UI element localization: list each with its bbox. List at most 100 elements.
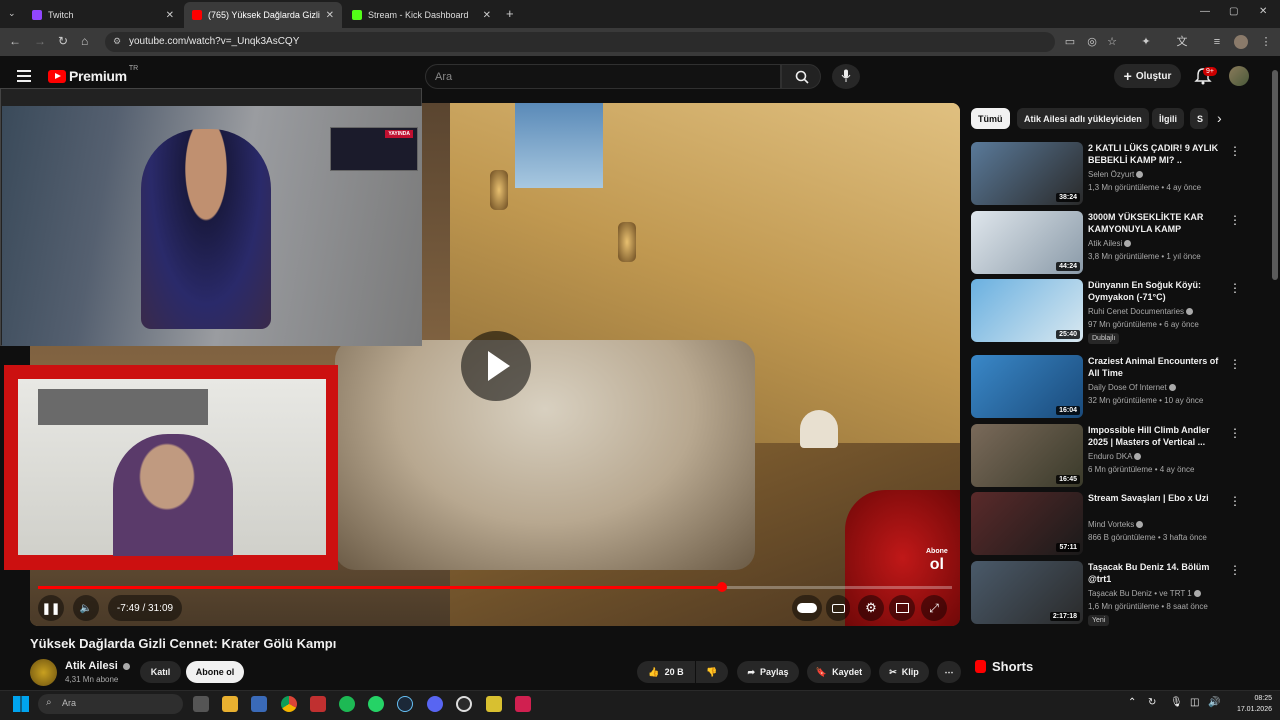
translate-icon[interactable]: 文 [1175,35,1189,49]
subtitles-button[interactable] [826,595,850,621]
more-options-icon[interactable]: ⋮ [1229,426,1241,440]
close-tab-icon[interactable]: ✕ [326,10,334,21]
site-info-icon[interactable]: ⚙ [113,36,121,47]
back-icon[interactable]: ← [9,34,21,48]
recommendation-title[interactable]: Taşacak Bu Deniz 14. Bölüm @trt1 [1088,561,1223,585]
bookmark-star-icon[interactable]: ☆ [1105,35,1119,49]
video-thumbnail[interactable]: 2:17:18 [971,561,1083,624]
settings-button[interactable]: ⚙ [858,595,884,621]
hamburger-menu-icon[interactable] [17,70,31,82]
recommendation-item[interactable]: 16:45 Impossible Hill Climb Andler 2025 |… [971,424,1246,488]
more-options-icon[interactable]: ⋮ [1229,144,1241,158]
chrome-icon[interactable] [281,696,297,712]
more-options-icon[interactable]: ⋮ [1229,213,1241,227]
video-thumbnail[interactable]: 16:04 [971,355,1083,418]
voice-search-button[interactable] [832,64,860,89]
recommendation-item[interactable]: 44:24 3000M YÜKSEKLİKTE KAR KAMYONUYLA KA… [971,211,1246,275]
store-icon[interactable] [251,696,267,712]
share-button[interactable]: ➦ Paylaş [737,661,799,683]
tab-youtube[interactable]: (765) Yüksek Dağlarda Gizli ✕ [184,2,342,28]
chip-all[interactable]: Tümü [971,108,1010,129]
task-view-icon[interactable] [193,696,209,712]
recommendation-item[interactable]: 57:11 Stream Savaşları | Ebo x Uzi Mind Vo… [971,492,1246,556]
page-scrollbar[interactable] [1272,70,1278,280]
minimize-icon[interactable]: — [1200,6,1210,17]
chip-related[interactable]: İlgili [1152,108,1184,129]
more-options-icon[interactable]: ⋮ [1229,563,1241,577]
menu-icon[interactable]: ⋮ [1259,35,1273,49]
recommendation-channel[interactable]: Taşacak Bu Deniz • ve TRT 1 [1088,589,1201,598]
app-red-icon[interactable] [310,696,326,712]
recommendation-title[interactable]: Stream Savaşları | Ebo x Uzi [1088,492,1223,504]
steam-icon[interactable] [397,696,413,712]
more-options-icon[interactable]: ⋮ [1229,357,1241,371]
channel-avatar[interactable] [30,659,57,686]
save-button[interactable]: 🔖 Kaydet [807,661,871,683]
app-yellow-icon[interactable] [486,696,502,712]
tracking-icon[interactable]: ◎ [1085,35,1099,49]
recommendation-channel[interactable]: Enduro DKA [1088,452,1142,461]
more-options-icon[interactable]: ⋮ [1229,281,1241,295]
video-thumbnail[interactable]: 25:40 [971,279,1083,342]
chips-next-icon[interactable]: › [1217,110,1222,126]
clip-button[interactable]: ✂ Klip [879,661,929,683]
video-thumbnail[interactable]: 16:45 [971,424,1083,487]
reload-icon[interactable]: ↻ [58,34,68,48]
spotify-icon[interactable] [339,696,355,712]
miniplayer-button[interactable] [889,595,915,621]
recommendation-title[interactable]: Impossible Hill Climb Andler 2025 | Mast… [1088,424,1223,448]
video-thumbnail[interactable]: 38:24 [971,142,1083,205]
like-button[interactable]: 👍 20 B [637,661,695,683]
extensions-icon[interactable]: ✦ [1139,35,1153,49]
close-window-icon[interactable]: ✕ [1259,6,1267,17]
pause-button[interactable]: ❚❚ [38,595,64,621]
recommendation-item[interactable]: 25:40 Dünyanın En Soğuk Köyü: Oymyakon (-… [971,279,1246,344]
recommendation-title[interactable]: Craziest Animal Encounters of All Time [1088,355,1223,379]
more-options-icon[interactable]: ⋮ [1229,494,1241,508]
obs-icon[interactable] [456,696,472,712]
tray-mic-icon[interactable]: 🎙 [1170,697,1183,708]
dislike-button[interactable]: 👎 [696,661,728,683]
maximize-icon[interactable]: ▢ [1229,6,1238,17]
mute-button[interactable]: 🔈 [73,595,99,621]
tab-twitch[interactable]: Twitch ✕ [24,2,182,28]
app-lightning-icon[interactable] [515,696,531,712]
video-thumbnail[interactable]: 44:24 [971,211,1083,274]
url-field[interactable]: ⚙ youtube.com/watch?v=_Unqk3AsCQY [105,32,1055,52]
search-button[interactable] [781,64,821,89]
install-icon[interactable]: ▭ [1063,35,1077,49]
recommendation-item[interactable]: 38:24 2 KATLI LÜKS ÇADIR! 9 AYLIK BEBEKLİ… [971,142,1246,206]
tray-network-icon[interactable]: ◫ [1190,697,1199,708]
recommendation-channel[interactable]: Selen Özyurt [1088,170,1144,179]
reading-list-icon[interactable]: ≡ [1210,35,1224,49]
recommendation-channel[interactable]: Atik Ailesi [1088,239,1132,248]
tray-sync-icon[interactable]: ↻ [1148,697,1156,708]
whatsapp-icon[interactable] [368,696,384,712]
recommendation-title[interactable]: 3000M YÜKSEKLİKTE KAR KAMYONUYLA KAMP [1088,211,1223,235]
recommendation-channel[interactable]: Mind Vorteks [1088,520,1144,529]
chip-more[interactable]: S [1190,108,1208,129]
discord-icon[interactable] [427,696,443,712]
subscribe-button[interactable]: Abone ol [186,661,244,683]
youtube-logo[interactable]: Premium TR [48,65,138,84]
big-play-button[interactable] [461,331,531,401]
join-button[interactable]: Katıl [140,661,181,683]
windows-start-icon[interactable] [13,696,29,712]
tab-kick[interactable]: Stream - Kick Dashboard ✕ [344,2,499,28]
close-tab-icon[interactable]: ✕ [166,10,174,21]
recommendation-title[interactable]: 2 KATLI LÜKS ÇADIR! 9 AYLIK BEBEKLİ KAMP… [1088,142,1223,166]
home-icon[interactable]: ⌂ [81,34,88,48]
recommendation-channel[interactable]: Daily Dose Of Internet [1088,383,1176,392]
recommendation-item[interactable]: 16:04 Craziest Animal Encounters of All T… [971,355,1246,419]
forward-icon[interactable]: → [34,34,46,48]
recommendation-title[interactable]: Dünyanın En Soğuk Köyü: Oymyakon (-71°C) [1088,279,1223,303]
new-tab-button[interactable]: + [506,6,514,21]
file-explorer-icon[interactable] [222,696,238,712]
tray-chevron-icon[interactable]: ⌃ [1128,697,1136,708]
channel-name[interactable]: Atik Ailesi [65,660,130,672]
chip-from-uploader[interactable]: Atik Ailesi adlı yükleyiciden [1017,108,1149,129]
close-tab-icon[interactable]: ✕ [483,10,491,21]
more-actions-button[interactable]: ⋯ [937,661,961,683]
create-button[interactable]: + Oluştur [1114,64,1181,88]
recommendation-channel[interactable]: Ruhi Cenet Documentaries [1088,307,1194,316]
